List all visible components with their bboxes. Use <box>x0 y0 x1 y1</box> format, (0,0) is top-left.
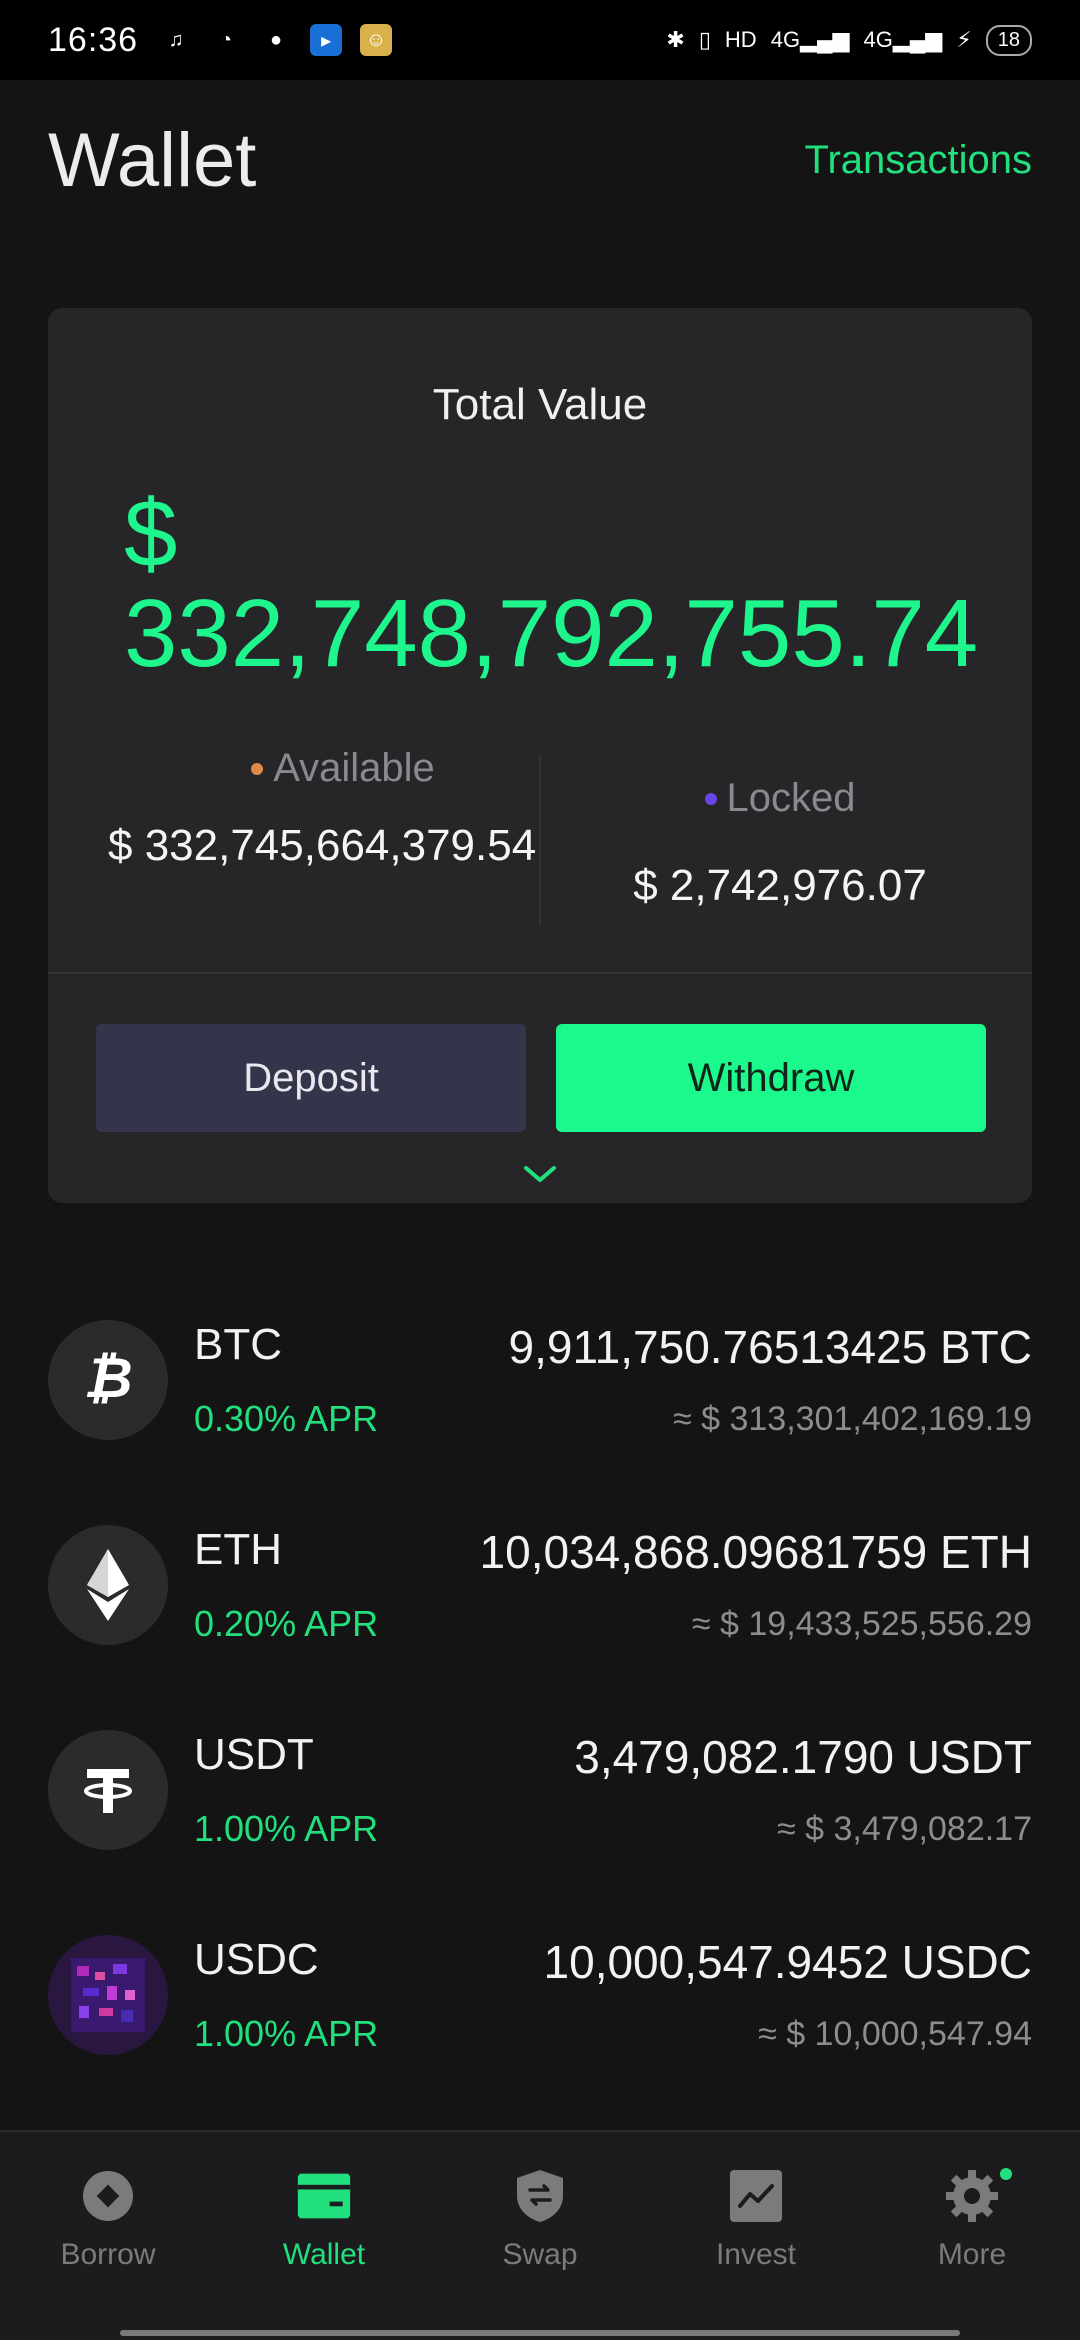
system-icons: ✱ ▯ HD 4G▂▄▆ 4G▂▄▆ ⚡ 18 <box>666 24 1032 56</box>
bitcoin-icon: ₿ <box>48 1320 168 1440</box>
locked-dot-icon <box>704 792 717 805</box>
message-icon: ● <box>270 28 283 51</box>
headphone-app-icon: ♫ <box>168 28 184 51</box>
asset-list: ₿ BTC 0.30% APR 9,911,750.76513425 BTC ≈… <box>48 1298 1032 2118</box>
asset-usd-value: ≈ $ 313,301,402,169.19 <box>673 1400 1032 1438</box>
available-section: Available $ 332,745,664,379.54 <box>108 746 548 871</box>
asset-apr: 0.30% APR <box>194 1398 379 1439</box>
balance-split: Available $ 332,745,664,379.54 Locked $ … <box>48 746 1032 926</box>
svg-text:₿: ₿ <box>83 1346 132 1411</box>
wallet-icon <box>296 2168 352 2224</box>
ethereum-icon <box>48 1525 168 1645</box>
asset-symbol: USDC <box>194 1935 319 1984</box>
total-value-label: Total Value <box>432 380 648 429</box>
swap-icon <box>512 2168 568 2224</box>
asset-row-btc[interactable]: ₿ BTC 0.30% APR 9,911,750.76513425 BTC ≈… <box>48 1298 1032 1503</box>
nav-item-swap[interactable]: Swap <box>432 2168 648 2272</box>
locked-section: Locked $ 2,742,976.07 <box>560 746 1000 911</box>
charging-icon: ⚡ <box>956 27 972 52</box>
asset-apr: 0.20% APR <box>194 1603 379 1644</box>
total-value-card: Total Value $ 332,748,792,755.74 Availab… <box>48 308 1032 1203</box>
asset-balance: 10,000,547.9452 USDC <box>543 1936 1032 1988</box>
nav-item-invest[interactable]: Invest <box>648 2168 864 2272</box>
asset-apr: 1.00% APR <box>194 2013 379 2054</box>
borrow-icon <box>80 2168 136 2224</box>
page-title: Wallet <box>48 117 257 203</box>
nav-label: Wallet <box>282 2238 366 2271</box>
nav-item-wallet[interactable]: Wallet <box>216 2168 432 2272</box>
asset-balance: 9,911,750.76513425 BTC <box>508 1321 1032 1373</box>
asset-symbol: BTC <box>194 1320 282 1369</box>
notification-dot <box>1000 2168 1012 2180</box>
split-divider <box>539 756 541 926</box>
bottom-nav: Borrow Wallet Swap Invest More <box>0 2130 1080 2340</box>
battery-icon: 18 <box>985 24 1032 56</box>
signal-icon-2: 4G▂▄▆ <box>863 27 943 52</box>
vibrate-icon: ▯ <box>698 27 711 52</box>
nav-label: Swap <box>502 2238 578 2271</box>
page-header: Wallet Transactions <box>48 110 1032 210</box>
asset-row-eth[interactable]: ETH 0.20% APR 10,034,868.09681759 ETH ≈ … <box>48 1503 1032 1708</box>
tether-icon <box>48 1730 168 1850</box>
asset-apr: 1.00% APR <box>194 1808 379 1849</box>
notification-icons: ♫ ◔ ● ▸ ☺ <box>160 24 393 56</box>
transactions-link[interactable]: Transactions <box>805 138 1033 183</box>
asset-usd-value: ≈ $ 10,000,547.94 <box>758 2015 1032 2053</box>
nav-label: More <box>937 2238 1007 2271</box>
signal-icon: 4G▂▄▆ <box>770 27 850 52</box>
asset-usd-value: ≈ $ 3,479,082.17 <box>777 1810 1032 1848</box>
home-indicator[interactable] <box>120 2330 960 2336</box>
available-dot-icon <box>251 762 264 775</box>
asset-symbol: ETH <box>194 1525 282 1574</box>
asset-symbol: USDT <box>194 1730 314 1779</box>
compass-app-icon: ◔ <box>220 28 233 51</box>
locked-label: Locked <box>726 776 856 820</box>
deposit-button[interactable]: Deposit <box>96 1024 526 1132</box>
total-value-amount: $ 332,748,792,755.74 <box>124 480 979 687</box>
asset-row-usdt[interactable]: USDT 1.00% APR 3,479,082.1790 USDT ≈ $ 3… <box>48 1708 1032 1913</box>
nav-label: Invest <box>715 2238 797 2271</box>
available-amount: $ 332,745,664,379.54 <box>108 821 537 870</box>
chevron-down-icon[interactable] <box>520 1162 560 1186</box>
hd-icon: HD <box>724 27 757 52</box>
available-label: Available <box>273 746 435 790</box>
usdc-icon <box>48 1935 168 2055</box>
asset-balance: 10,034,868.09681759 ETH <box>479 1526 1032 1578</box>
clock: 16:36 <box>48 20 139 59</box>
nav-label: Borrow <box>60 2238 156 2271</box>
invest-icon <box>728 2168 784 2224</box>
gear-icon <box>944 2168 1000 2224</box>
withdraw-button[interactable]: Withdraw <box>556 1024 986 1132</box>
asset-row-usdc[interactable]: USDC 1.00% APR 10,000,547.9452 USDC ≈ $ … <box>48 1913 1032 2118</box>
bluetooth-icon: ✱ <box>666 27 685 52</box>
nav-item-borrow[interactable]: Borrow <box>0 2168 216 2272</box>
locked-legend: Locked <box>560 776 1000 821</box>
asset-usd-value: ≈ $ 19,433,525,556.29 <box>691 1605 1032 1643</box>
card-divider <box>48 972 1032 974</box>
available-legend: Available <box>138 746 548 791</box>
nav-item-more[interactable]: More <box>864 2168 1080 2272</box>
status-bar: 16:36 ♫ ◔ ● ▸ ☺ ✱ ▯ HD 4G▂▄▆ 4G▂▄▆ ⚡ 18 <box>0 0 1080 80</box>
locked-amount: $ 2,742,976.07 <box>633 861 927 910</box>
app-notification-icon: ▸ <box>310 24 343 56</box>
app-notification-icon-2: ☺ <box>360 24 393 56</box>
asset-balance: 3,479,082.1790 USDT <box>574 1731 1032 1783</box>
